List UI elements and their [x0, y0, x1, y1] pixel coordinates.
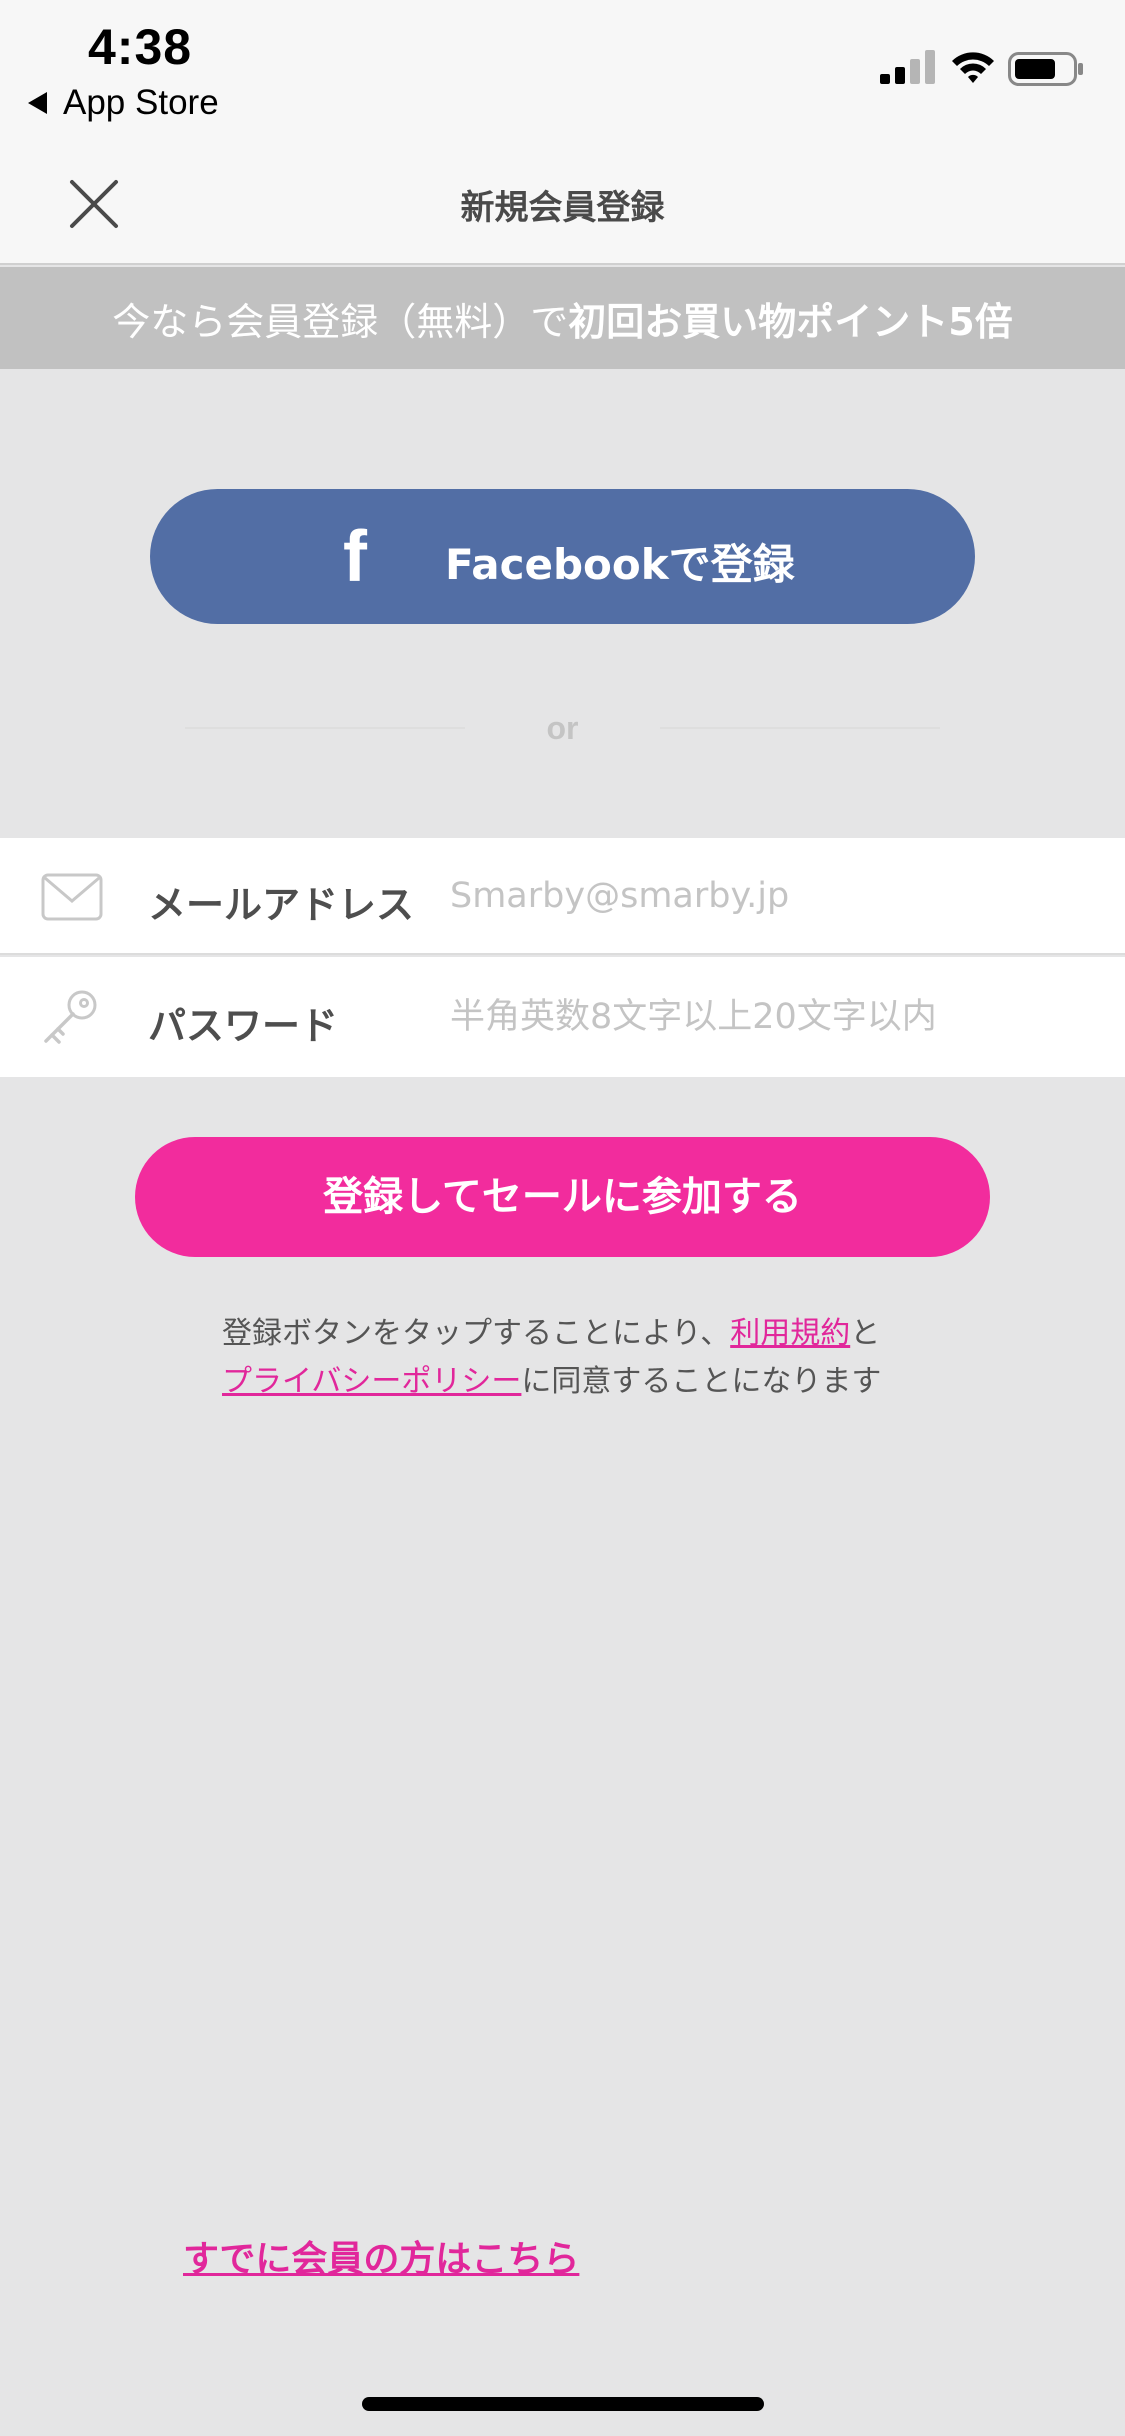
page-title: 新規会員登録: [460, 188, 665, 228]
facebook-icon: f: [343, 517, 367, 597]
privacy-policy-link[interactable]: プライバシーポリシー: [222, 1364, 521, 1399]
email-field[interactable]: [450, 870, 1090, 922]
terms-of-use-link[interactable]: 利用規約: [730, 1316, 850, 1351]
back-triangle-icon: [28, 92, 47, 114]
password-field[interactable]: [450, 991, 1090, 1043]
envelope-icon: [41, 873, 103, 921]
password-label: パスワード: [148, 1004, 339, 1048]
status-bar: 4:38 App Store: [0, 0, 1125, 130]
status-time: 4:38: [88, 19, 193, 75]
divider-right: [660, 727, 940, 729]
cellular-signal-icon: [880, 50, 935, 84]
terms-line2-suffix: に同意することになります: [521, 1364, 882, 1399]
wifi-icon: [952, 52, 994, 83]
key-icon: [44, 990, 97, 1044]
password-row: パスワード: [0, 957, 1125, 1077]
promo-banner: 今なら会員登録（無料）で 初回お買い物ポイント5倍: [0, 267, 1125, 369]
back-to-app-store[interactable]: App Store: [28, 80, 219, 126]
nav-bar: 新規会員登録: [0, 130, 1125, 265]
promo-prefix: 今なら会員登録（無料）で: [112, 299, 569, 344]
or-divider-text: or: [546, 710, 579, 746]
email-label: メールアドレス: [148, 883, 415, 927]
existing-member-login-link[interactable]: すでに会員の方はこちら: [183, 2230, 579, 2282]
battery-icon: [1008, 52, 1083, 86]
home-indicator[interactable]: [362, 2397, 764, 2411]
facebook-register-label: Facebookで登録: [445, 540, 795, 589]
register-submit-button[interactable]: 登録してセールに参加する: [135, 1137, 990, 1257]
promo-highlight: 初回お買い物ポイント5倍: [568, 299, 1013, 344]
back-to-app-store-label: App Store: [63, 83, 219, 122]
terms-notice: 登録ボタンをタップすることにより、利用規約と プライバシーポリシーに同意すること…: [222, 1310, 982, 1406]
terms-line1-suffix: と: [850, 1316, 881, 1351]
facebook-register-button[interactable]: f Facebookで登録: [150, 489, 975, 624]
terms-line1-prefix: 登録ボタンをタップすることにより、: [222, 1316, 731, 1351]
email-row: メールアドレス: [0, 838, 1125, 955]
